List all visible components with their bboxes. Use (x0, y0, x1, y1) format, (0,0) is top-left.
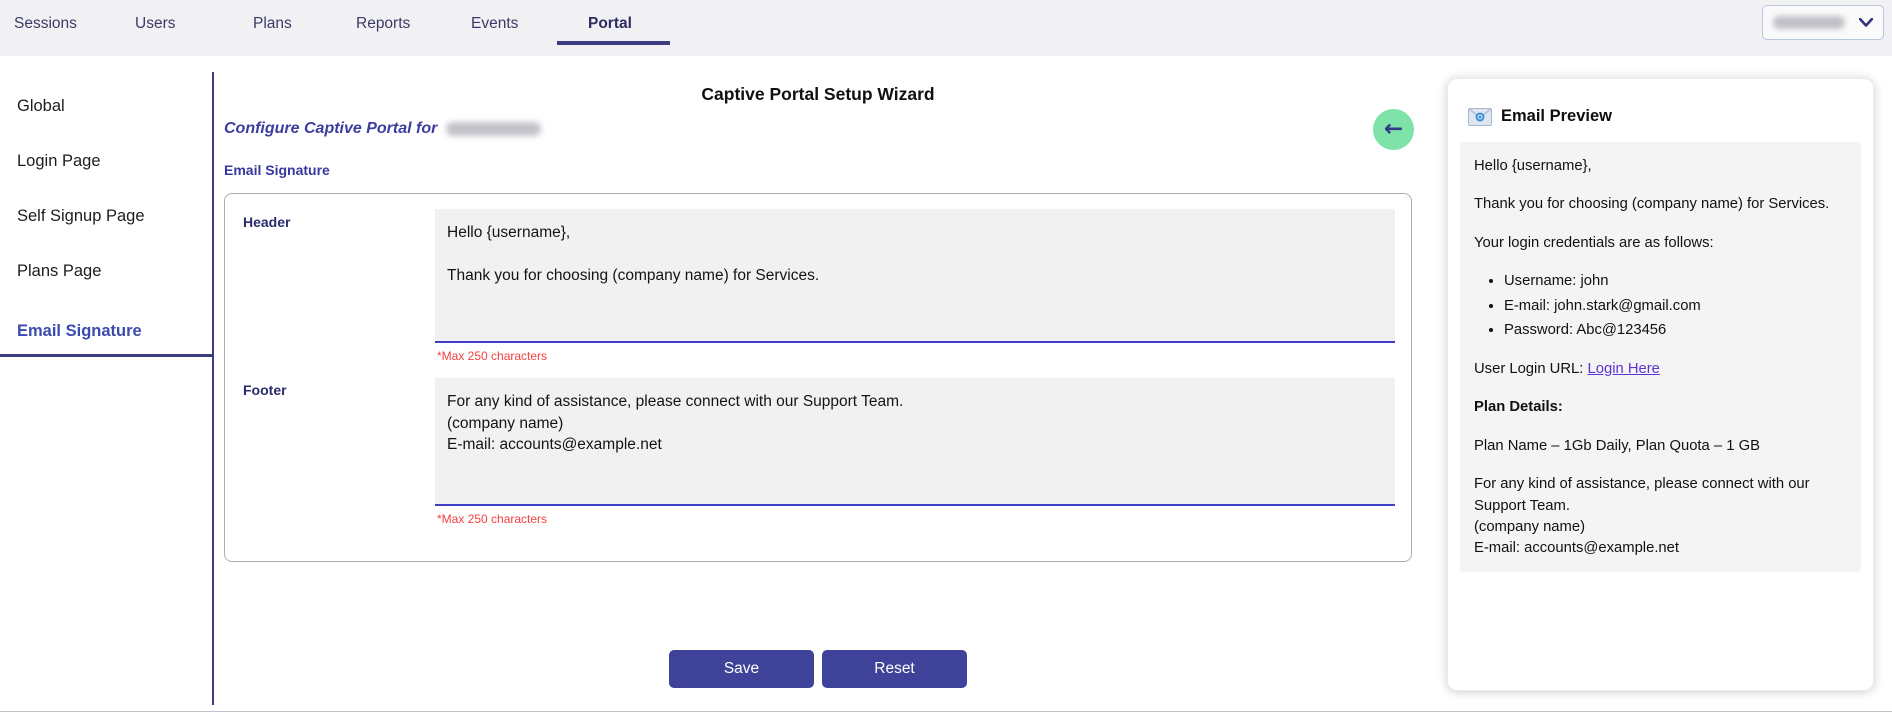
sidebar-item-plans-page[interactable]: Plans Page (17, 262, 230, 281)
preview-thanks-line: Thank you for choosing (company name) fo… (1474, 194, 1847, 215)
credential-username: Username: john (1504, 271, 1847, 292)
email-icon (1468, 108, 1492, 126)
footer-field-label: Footer (243, 382, 287, 398)
footer-textarea[interactable] (435, 378, 1395, 506)
login-here-link[interactable]: Login Here (1588, 361, 1660, 377)
sidebar-item-self-signup-page[interactable]: Self Signup Page (17, 207, 230, 226)
plan-line: Plan Name – 1Gb Daily, Plan Quota – 1 GB (1474, 436, 1847, 457)
credentials-list: Username: john E-mail: john.stark@gmail.… (1474, 271, 1847, 341)
preview-greeting: Hello {username}, (1474, 156, 1847, 177)
email-preview-body: Hello {username}, Thank you for choosing… (1460, 142, 1861, 572)
nav-tab-users[interactable]: Users (135, 15, 175, 33)
sidebar-item-email-signature[interactable]: Email Signature (17, 322, 230, 341)
back-button[interactable]: ← (1373, 109, 1414, 150)
credential-email: E-mail: john.stark@gmail.com (1504, 296, 1847, 317)
top-navbar: Sessions Users Plans Reports Events Port… (0, 0, 1892, 56)
account-selector-dropdown[interactable] (1762, 5, 1884, 40)
sidebar-divider (212, 72, 214, 705)
configure-subtitle: Configure Captive Portal for (224, 120, 541, 138)
email-signature-section-label: Email Signature (224, 162, 330, 178)
sidebar-item-global[interactable]: Global (17, 97, 230, 116)
active-tab-indicator (557, 41, 670, 45)
redacted-portal-name (446, 122, 541, 136)
plan-details-label: Plan Details: (1474, 397, 1847, 418)
company-line: (company name) (1474, 517, 1847, 538)
header-field-label: Header (243, 214, 290, 230)
email-signature-form: Header *Max 250 characters Footer *Max 2… (224, 193, 1412, 562)
nav-tab-events[interactable]: Events (471, 15, 518, 33)
support-email-line: E-mail: accounts@example.net (1474, 538, 1847, 559)
back-arrow-icon: ← (1384, 118, 1403, 141)
sidebar-active-underline (0, 354, 213, 357)
email-preview-panel: Email Preview Hello {username}, Thank yo… (1447, 78, 1874, 691)
page-title: Captive Portal Setup Wizard (224, 84, 1412, 105)
save-button[interactable]: Save (669, 650, 814, 688)
chevron-down-icon (1859, 18, 1873, 27)
email-preview-header: Email Preview (1468, 107, 1861, 126)
header-textarea[interactable] (435, 209, 1395, 343)
support-block: For any kind of assistance, please conne… (1474, 474, 1847, 560)
nav-tab-sessions[interactable]: Sessions (14, 15, 77, 33)
nav-tab-portal[interactable]: Portal (588, 15, 632, 33)
preview-credentials-line: Your login credentials are as follows: (1474, 233, 1847, 254)
configure-subtitle-text: Configure Captive Portal for (224, 120, 437, 138)
login-url-line: User Login URL: Login Here (1474, 359, 1847, 380)
login-url-label: User Login URL: (1474, 361, 1588, 377)
support-line: For any kind of assistance, please conne… (1474, 474, 1847, 517)
credential-password: Password: Abc@123456 (1504, 320, 1847, 341)
captive-portal-app: Sessions Users Plans Reports Events Port… (0, 0, 1892, 712)
reset-button[interactable]: Reset (822, 650, 967, 688)
sidebar-item-login-page[interactable]: Login Page (17, 152, 230, 171)
form-actions: Save Reset (224, 650, 1412, 688)
email-preview-title: Email Preview (1501, 107, 1612, 126)
redacted-account-name (1773, 16, 1845, 29)
footer-max-chars-note: *Max 250 characters (437, 512, 547, 526)
nav-tab-reports[interactable]: Reports (356, 15, 410, 33)
header-max-chars-note: *Max 250 characters (437, 349, 547, 363)
nav-tab-plans[interactable]: Plans (253, 15, 292, 33)
